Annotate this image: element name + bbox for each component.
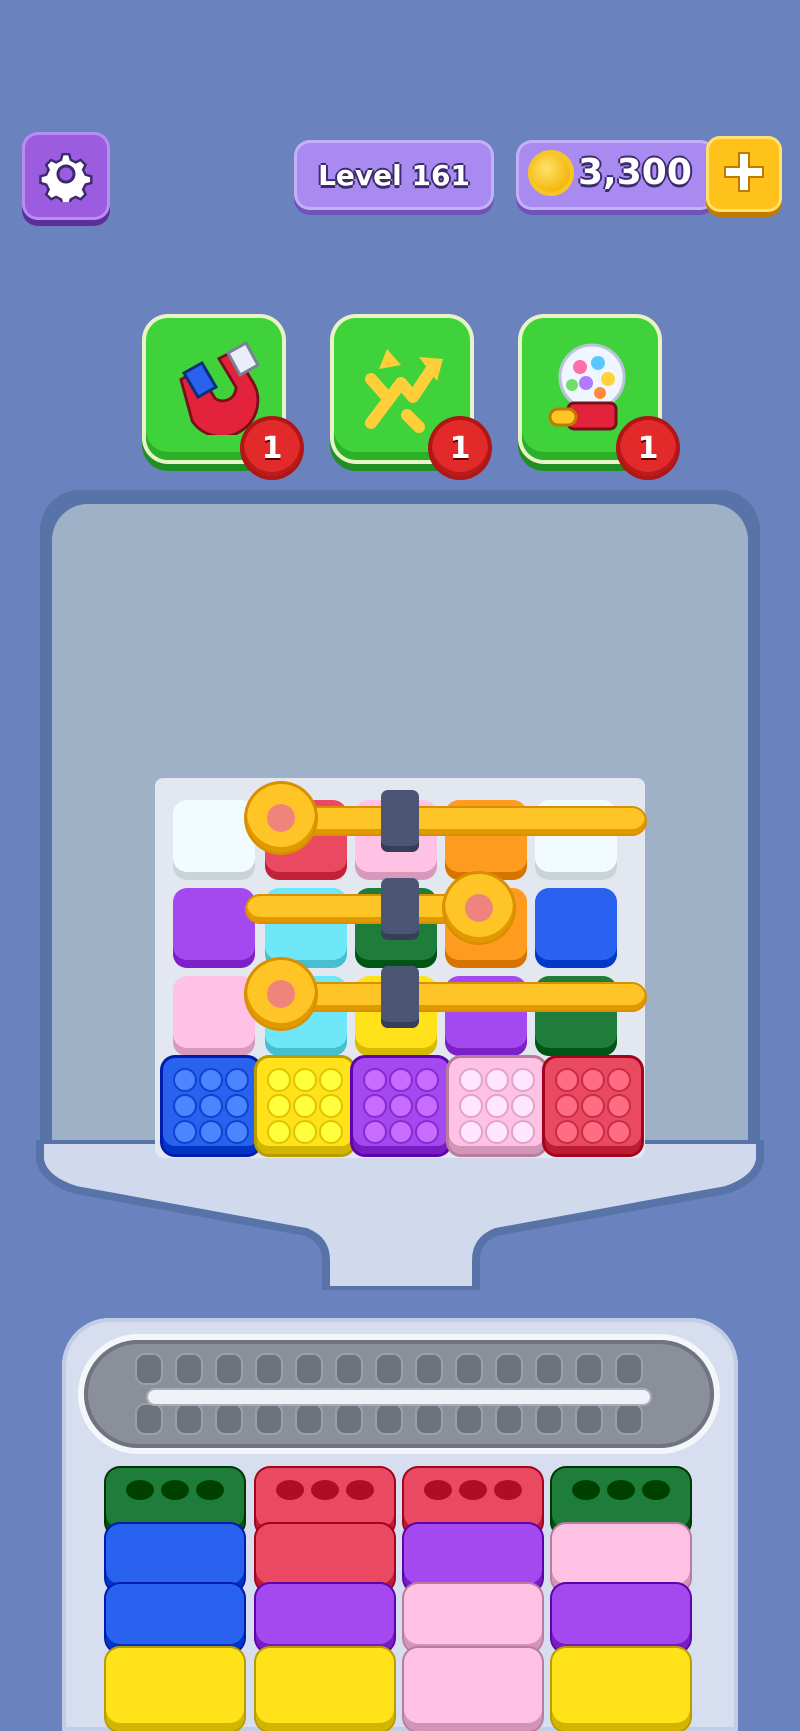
pin-lock <box>381 790 419 852</box>
board-funnel <box>36 1140 764 1290</box>
level-label: Level 161 <box>318 158 470 192</box>
slot-stack-block <box>552 1584 690 1652</box>
pin-bar[interactable] <box>285 984 645 1010</box>
slot-stack-block <box>256 1524 394 1592</box>
block-tile[interactable] <box>173 800 255 880</box>
slot-stack-block <box>106 1648 244 1731</box>
booster-count-badge: 1 <box>432 420 488 476</box>
pin-ring-handle[interactable] <box>445 874 513 942</box>
conveyor-rail <box>148 1390 650 1404</box>
booster-count-badge: 1 <box>620 420 676 476</box>
pin-lock <box>381 966 419 1028</box>
settings-button[interactable] <box>22 132 110 220</box>
slot-stack-block <box>552 1524 690 1592</box>
shuffle-icon <box>357 339 447 439</box>
level-indicator: Level 161 <box>294 140 494 210</box>
coin-icon <box>528 150 574 196</box>
bubble-block[interactable] <box>257 1058 353 1154</box>
slot-stack-block <box>256 1584 394 1652</box>
add-coins-button[interactable] <box>706 136 782 212</box>
block-tile[interactable] <box>535 888 617 968</box>
gear-icon <box>38 146 94 207</box>
pin-ring-handle[interactable] <box>247 784 315 852</box>
magnet-icon <box>166 339 262 439</box>
plus-icon <box>719 147 769 201</box>
slot-stack-block <box>404 1584 542 1652</box>
slot-stack-block <box>404 1648 542 1731</box>
slot-stack-block <box>256 1648 394 1731</box>
slot-stack-block <box>404 1524 542 1592</box>
booster-count-badge: 1 <box>244 420 300 476</box>
slot-stack-block <box>552 1648 690 1731</box>
tile-grid <box>155 778 645 1158</box>
gumball-machine-icon <box>542 337 638 441</box>
pin-ring-handle[interactable] <box>247 960 315 1028</box>
bubble-block[interactable] <box>545 1058 641 1154</box>
pin-bar[interactable] <box>285 808 645 834</box>
coin-value: 3,300 <box>578 152 692 193</box>
bubble-block[interactable] <box>163 1058 259 1154</box>
bubble-block[interactable] <box>353 1058 449 1154</box>
slot-stack-block <box>106 1524 244 1592</box>
block-tile[interactable] <box>173 888 255 968</box>
block-tile[interactable] <box>173 976 255 1056</box>
slot-stack-block <box>106 1584 244 1652</box>
bubble-block[interactable] <box>449 1058 545 1154</box>
pin-lock <box>381 878 419 940</box>
